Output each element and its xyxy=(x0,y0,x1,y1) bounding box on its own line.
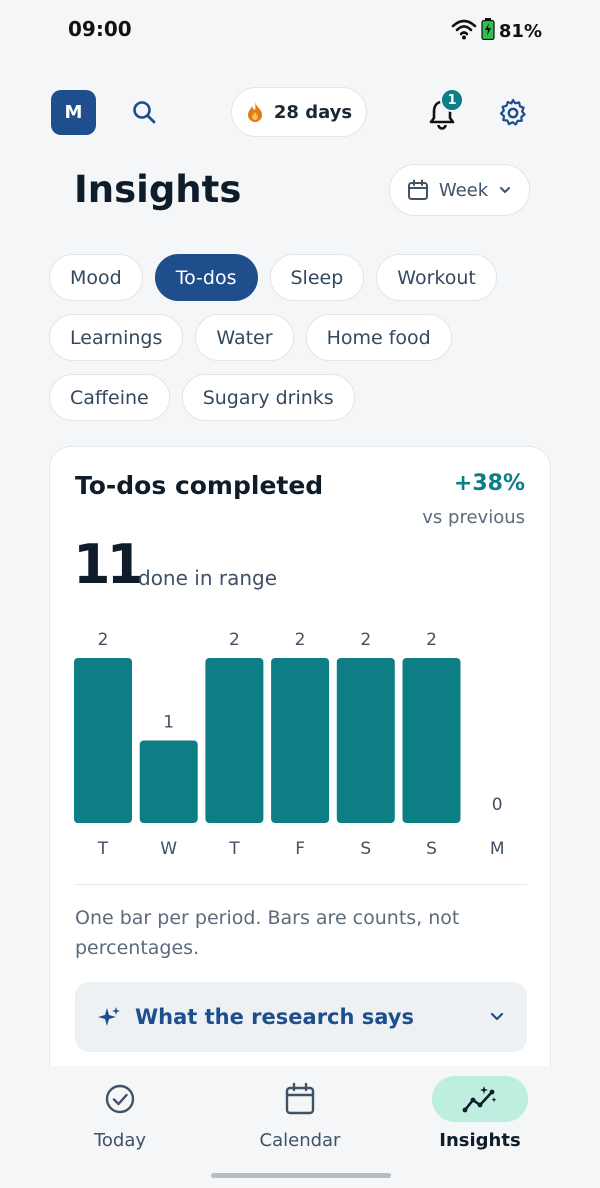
status-time: 09:00 xyxy=(68,17,132,41)
battery-percent: 81% xyxy=(498,20,542,42)
avatar[interactable]: M xyxy=(51,90,96,135)
bar-value-label: 2 xyxy=(360,630,371,650)
bar[interactable] xyxy=(139,740,198,824)
notification-badge: 1 xyxy=(440,88,464,112)
flame-icon xyxy=(247,102,262,122)
gear-icon[interactable] xyxy=(497,97,529,129)
range-select[interactable]: Week xyxy=(389,164,530,216)
bottom-nav: Today Calendar Insights xyxy=(0,1066,600,1188)
bar-value-label: 2 xyxy=(426,630,437,650)
bar-value-label: 2 xyxy=(229,630,240,650)
chip-to-dos[interactable]: To-dos xyxy=(154,254,258,301)
bar[interactable] xyxy=(402,658,461,823)
x-tick-label: T xyxy=(228,839,240,859)
top-header: M 28 days 1 xyxy=(0,85,600,145)
chip-home-food[interactable]: Home food xyxy=(305,314,452,361)
wifi-icon xyxy=(451,18,477,44)
chip-water[interactable]: Water xyxy=(195,314,294,361)
x-tick-label: T xyxy=(97,839,109,859)
battery-icon xyxy=(481,18,495,44)
x-tick-label: W xyxy=(160,839,177,859)
nav-calendar-label: Calendar xyxy=(259,1130,341,1151)
home-indicator xyxy=(211,1173,391,1178)
bar-value-label: 2 xyxy=(295,630,306,650)
metric-chips: Mood To-dos Sleep Workout Learnings Water Home… xyxy=(49,254,549,434)
todos-card: To-dos completed +38% vs previous 11 don… xyxy=(49,446,551,1086)
chip-workout[interactable]: Workout xyxy=(376,254,497,301)
bar[interactable] xyxy=(271,658,330,823)
todos-bar-chart: 2 T 1 W 2 T 2 F 2 S 2 S 0 M xyxy=(74,630,505,859)
chip-row: Caffeine Sugary drinks xyxy=(49,374,549,421)
bar-value-label: 1 xyxy=(163,713,174,733)
bar[interactable] xyxy=(74,658,132,823)
status-icons: 81% xyxy=(451,18,542,44)
chip-caffeine[interactable]: Caffeine xyxy=(49,374,170,421)
chart-note: One bar per period. Bars are counts, not… xyxy=(75,907,460,959)
nav-insights-label: Insights xyxy=(439,1130,521,1151)
x-tick-label: S xyxy=(360,839,371,859)
calendar-icon xyxy=(407,179,428,200)
streak-label: 28 days xyxy=(273,101,353,123)
nav-today[interactable]: Today xyxy=(20,1066,220,1166)
bar-value-label: 0 xyxy=(492,795,503,815)
status-bar: 09:00 81% xyxy=(0,0,600,60)
search-button[interactable] xyxy=(128,96,160,128)
divider xyxy=(75,884,527,885)
search-icon xyxy=(133,101,156,124)
x-tick-label: S xyxy=(426,839,437,859)
nav-today-label: Today xyxy=(93,1130,147,1151)
trend-sparkle-icon xyxy=(462,1086,497,1113)
research-expander[interactable]: What the research says xyxy=(75,982,527,1052)
x-tick-label: M xyxy=(490,839,505,859)
page-title: Insights xyxy=(74,168,242,211)
chip-learnings[interactable]: Learnings xyxy=(49,314,184,361)
chip-mood[interactable]: Mood xyxy=(49,254,143,301)
chevron-down-icon xyxy=(500,187,511,193)
chip-row: Learnings Water Home food xyxy=(49,314,549,361)
range-select-label: Week xyxy=(438,179,489,201)
bar[interactable] xyxy=(336,658,395,823)
sparkle-icon xyxy=(98,1007,120,1026)
bar[interactable] xyxy=(205,658,264,823)
calendar-icon xyxy=(285,1082,315,1115)
bar-value-label: 2 xyxy=(98,630,109,650)
chip-sleep[interactable]: Sleep xyxy=(269,254,365,301)
research-label: What the research says xyxy=(135,1005,414,1029)
streak-pill[interactable]: 28 days xyxy=(231,87,367,137)
check-circle-icon xyxy=(105,1084,135,1114)
chip-row: Mood To-dos Sleep Workout xyxy=(49,254,549,301)
nav-calendar[interactable]: Calendar xyxy=(200,1066,400,1166)
chip-sugary-drinks[interactable]: Sugary drinks xyxy=(181,374,355,421)
chevron-down-icon xyxy=(490,1012,504,1021)
nav-insights[interactable]: Insights xyxy=(380,1066,580,1166)
x-tick-label: F xyxy=(295,839,305,859)
